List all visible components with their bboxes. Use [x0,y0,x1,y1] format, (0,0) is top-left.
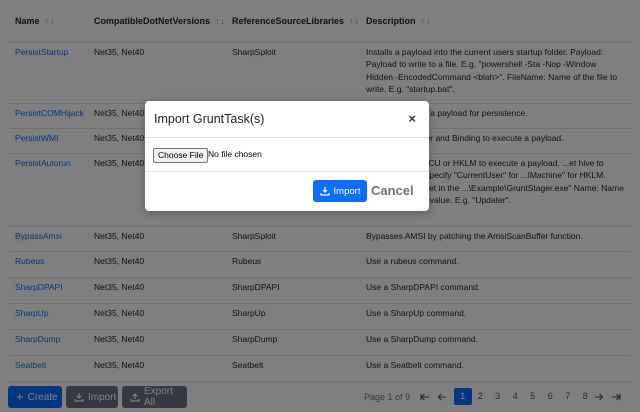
modal-cancel-button[interactable]: Cancel [371,180,414,202]
close-icon[interactable]: × [408,111,416,126]
modal-footer: Import Cancel [145,172,429,211]
choose-file-button[interactable]: Choose File [153,148,209,163]
modal-body: Choose File No file chosen [145,138,429,172]
modal-title: Import GruntTask(s) [154,112,265,126]
download-icon [319,186,330,196]
modal-import-label: Import [333,185,361,197]
file-status-text: No file chosen [208,149,262,159]
modal-header: Import GruntTask(s) × [145,101,429,138]
import-grunttask-modal: Import GruntTask(s) × Choose File No fil… [145,101,429,211]
modal-import-button[interactable]: Import [313,180,367,202]
